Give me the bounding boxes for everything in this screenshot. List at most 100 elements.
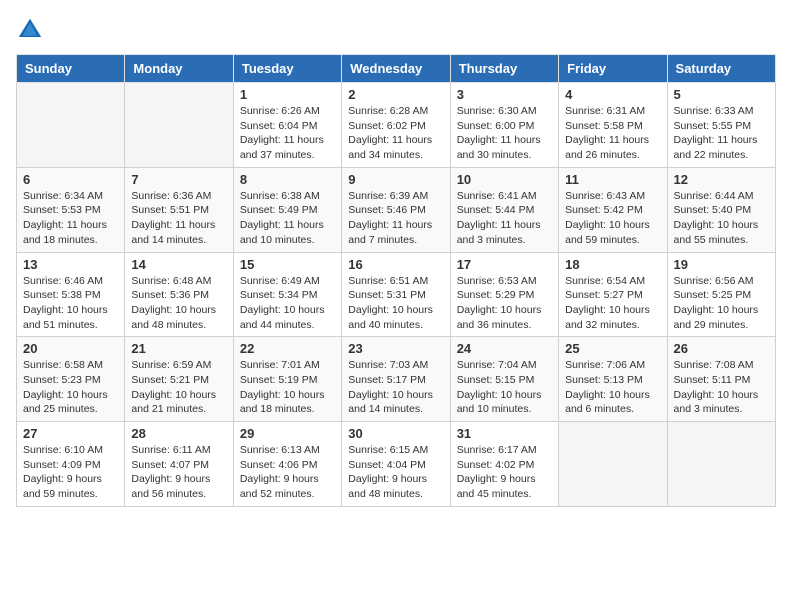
day-number: 4 bbox=[565, 87, 660, 102]
header-sunday: Sunday bbox=[17, 55, 125, 83]
cell-2-6: 19 Sunrise: 6:56 AM Sunset: 5:25 PM Dayli… bbox=[667, 252, 775, 337]
day-number: 14 bbox=[131, 257, 226, 272]
cell-4-2: 29Sunrise: 6:13 AM Sunset: 4:06 PM Dayli… bbox=[233, 422, 341, 507]
cell-4-0: 27 Sunrise: 6:10 AM Sunset: 4:09 PM Dayli… bbox=[17, 422, 125, 507]
day-number: 3 bbox=[457, 87, 552, 102]
day-info: Sunrise: 6:56 AM Sunset: 5:25 PM Dayligh… bbox=[674, 274, 769, 333]
day-info: Sunrise: 6:41 AM Sunset: 5:44 PM Dayligh… bbox=[457, 189, 552, 248]
week-row-5: 27 Sunrise: 6:10 AM Sunset: 4:09 PM Dayli… bbox=[17, 422, 776, 507]
cell-1-5: 11 Sunrise: 6:43 AM Sunset: 5:42 PM Dayli… bbox=[559, 167, 667, 252]
week-row-3: 13Sunrise: 6:46 AM Sunset: 5:38 PM Dayli… bbox=[17, 252, 776, 337]
day-number: 7 bbox=[131, 172, 226, 187]
day-number: 30 bbox=[348, 426, 443, 441]
day-number: 13 bbox=[23, 257, 118, 272]
day-info: Sunrise: 6:33 AM Sunset: 5:55 PM Dayligh… bbox=[674, 104, 769, 163]
logo-icon bbox=[16, 16, 44, 44]
cell-3-4: 24 Sunrise: 7:04 AM Sunset: 5:15 PM Dayli… bbox=[450, 337, 558, 422]
header-wednesday: Wednesday bbox=[342, 55, 450, 83]
day-info: Sunrise: 6:39 AM Sunset: 5:46 PM Dayligh… bbox=[348, 189, 443, 248]
day-info: Sunrise: 6:10 AM Sunset: 4:09 PM Dayligh… bbox=[23, 443, 118, 502]
day-number: 10 bbox=[457, 172, 552, 187]
day-info: Sunrise: 7:03 AM Sunset: 5:17 PM Dayligh… bbox=[348, 358, 443, 417]
day-number: 9 bbox=[348, 172, 443, 187]
cell-2-2: 15 Sunrise: 6:49 AM Sunset: 5:34 PM Dayli… bbox=[233, 252, 341, 337]
day-info: Sunrise: 6:34 AM Sunset: 5:53 PM Dayligh… bbox=[23, 189, 118, 248]
day-info: Sunrise: 6:15 AM Sunset: 4:04 PM Dayligh… bbox=[348, 443, 443, 502]
cell-0-4: 3 Sunrise: 6:30 AM Sunset: 6:00 PM Daylig… bbox=[450, 83, 558, 168]
day-number: 17 bbox=[457, 257, 552, 272]
cell-3-5: 25 Sunrise: 7:06 AM Sunset: 5:13 PM Dayli… bbox=[559, 337, 667, 422]
day-info: Sunrise: 6:53 AM Sunset: 5:29 PM Dayligh… bbox=[457, 274, 552, 333]
day-info: Sunrise: 6:11 AM Sunset: 4:07 PM Dayligh… bbox=[131, 443, 226, 502]
day-number: 25 bbox=[565, 341, 660, 356]
day-number: 8 bbox=[240, 172, 335, 187]
cell-0-1 bbox=[125, 83, 233, 168]
day-number: 18 bbox=[565, 257, 660, 272]
day-number: 5 bbox=[674, 87, 769, 102]
day-number: 28 bbox=[131, 426, 226, 441]
day-info: Sunrise: 6:36 AM Sunset: 5:51 PM Dayligh… bbox=[131, 189, 226, 248]
header-monday: Monday bbox=[125, 55, 233, 83]
cell-1-2: 8 Sunrise: 6:38 AM Sunset: 5:49 PM Daylig… bbox=[233, 167, 341, 252]
day-number: 19 bbox=[674, 257, 769, 272]
day-number: 24 bbox=[457, 341, 552, 356]
day-number: 6 bbox=[23, 172, 118, 187]
day-info: Sunrise: 6:43 AM Sunset: 5:42 PM Dayligh… bbox=[565, 189, 660, 248]
day-info: Sunrise: 6:31 AM Sunset: 5:58 PM Dayligh… bbox=[565, 104, 660, 163]
day-info: Sunrise: 6:38 AM Sunset: 5:49 PM Dayligh… bbox=[240, 189, 335, 248]
cell-0-6: 5 Sunrise: 6:33 AM Sunset: 5:55 PM Daylig… bbox=[667, 83, 775, 168]
week-row-4: 20 Sunrise: 6:58 AM Sunset: 5:23 PM Dayli… bbox=[17, 337, 776, 422]
cell-2-3: 16Sunrise: 6:51 AM Sunset: 5:31 PM Dayli… bbox=[342, 252, 450, 337]
cell-1-4: 10 Sunrise: 6:41 AM Sunset: 5:44 PM Dayli… bbox=[450, 167, 558, 252]
day-number: 22 bbox=[240, 341, 335, 356]
day-number: 15 bbox=[240, 257, 335, 272]
day-number: 1 bbox=[240, 87, 335, 102]
cell-4-6 bbox=[667, 422, 775, 507]
day-number: 27 bbox=[23, 426, 118, 441]
day-info: Sunrise: 6:17 AM Sunset: 4:02 PM Dayligh… bbox=[457, 443, 552, 502]
cell-2-5: 18 Sunrise: 6:54 AM Sunset: 5:27 PM Dayli… bbox=[559, 252, 667, 337]
cell-1-0: 6 Sunrise: 6:34 AM Sunset: 5:53 PM Daylig… bbox=[17, 167, 125, 252]
cell-2-0: 13Sunrise: 6:46 AM Sunset: 5:38 PM Dayli… bbox=[17, 252, 125, 337]
day-number: 12 bbox=[674, 172, 769, 187]
day-number: 31 bbox=[457, 426, 552, 441]
day-info: Sunrise: 7:06 AM Sunset: 5:13 PM Dayligh… bbox=[565, 358, 660, 417]
cell-0-0 bbox=[17, 83, 125, 168]
cell-3-6: 26 Sunrise: 7:08 AM Sunset: 5:11 PM Dayli… bbox=[667, 337, 775, 422]
week-row-1: 1 Sunrise: 6:26 AM Sunset: 6:04 PM Daylig… bbox=[17, 83, 776, 168]
header-thursday: Thursday bbox=[450, 55, 558, 83]
header-tuesday: Tuesday bbox=[233, 55, 341, 83]
cell-1-3: 9 Sunrise: 6:39 AM Sunset: 5:46 PM Daylig… bbox=[342, 167, 450, 252]
day-info: Sunrise: 6:28 AM Sunset: 6:02 PM Dayligh… bbox=[348, 104, 443, 163]
day-info: Sunrise: 6:13 AM Sunset: 4:06 PM Dayligh… bbox=[240, 443, 335, 502]
day-number: 20 bbox=[23, 341, 118, 356]
week-row-2: 6 Sunrise: 6:34 AM Sunset: 5:53 PM Daylig… bbox=[17, 167, 776, 252]
day-info: Sunrise: 7:01 AM Sunset: 5:19 PM Dayligh… bbox=[240, 358, 335, 417]
cell-1-6: 12Sunrise: 6:44 AM Sunset: 5:40 PM Dayli… bbox=[667, 167, 775, 252]
header-saturday: Saturday bbox=[667, 55, 775, 83]
cell-0-5: 4 Sunrise: 6:31 AM Sunset: 5:58 PM Daylig… bbox=[559, 83, 667, 168]
day-info: Sunrise: 6:49 AM Sunset: 5:34 PM Dayligh… bbox=[240, 274, 335, 333]
page-header bbox=[16, 16, 776, 44]
day-info: Sunrise: 6:30 AM Sunset: 6:00 PM Dayligh… bbox=[457, 104, 552, 163]
day-number: 26 bbox=[674, 341, 769, 356]
day-info: Sunrise: 6:54 AM Sunset: 5:27 PM Dayligh… bbox=[565, 274, 660, 333]
day-number: 16 bbox=[348, 257, 443, 272]
calendar-header-row: SundayMondayTuesdayWednesdayThursdayFrid… bbox=[17, 55, 776, 83]
cell-4-4: 31 Sunrise: 6:17 AM Sunset: 4:02 PM Dayli… bbox=[450, 422, 558, 507]
day-info: Sunrise: 6:59 AM Sunset: 5:21 PM Dayligh… bbox=[131, 358, 226, 417]
day-info: Sunrise: 7:04 AM Sunset: 5:15 PM Dayligh… bbox=[457, 358, 552, 417]
cell-3-2: 22 Sunrise: 7:01 AM Sunset: 5:19 PM Dayli… bbox=[233, 337, 341, 422]
cell-0-2: 1 Sunrise: 6:26 AM Sunset: 6:04 PM Daylig… bbox=[233, 83, 341, 168]
day-info: Sunrise: 7:08 AM Sunset: 5:11 PM Dayligh… bbox=[674, 358, 769, 417]
day-info: Sunrise: 6:26 AM Sunset: 6:04 PM Dayligh… bbox=[240, 104, 335, 163]
day-info: Sunrise: 6:58 AM Sunset: 5:23 PM Dayligh… bbox=[23, 358, 118, 417]
day-number: 11 bbox=[565, 172, 660, 187]
cell-0-3: 2 Sunrise: 6:28 AM Sunset: 6:02 PM Daylig… bbox=[342, 83, 450, 168]
day-number: 2 bbox=[348, 87, 443, 102]
cell-1-1: 7 Sunrise: 6:36 AM Sunset: 5:51 PM Daylig… bbox=[125, 167, 233, 252]
logo bbox=[16, 16, 48, 44]
cell-3-3: 23Sunrise: 7:03 AM Sunset: 5:17 PM Dayli… bbox=[342, 337, 450, 422]
calendar-table: SundayMondayTuesdayWednesdayThursdayFrid… bbox=[16, 54, 776, 507]
cell-4-5 bbox=[559, 422, 667, 507]
